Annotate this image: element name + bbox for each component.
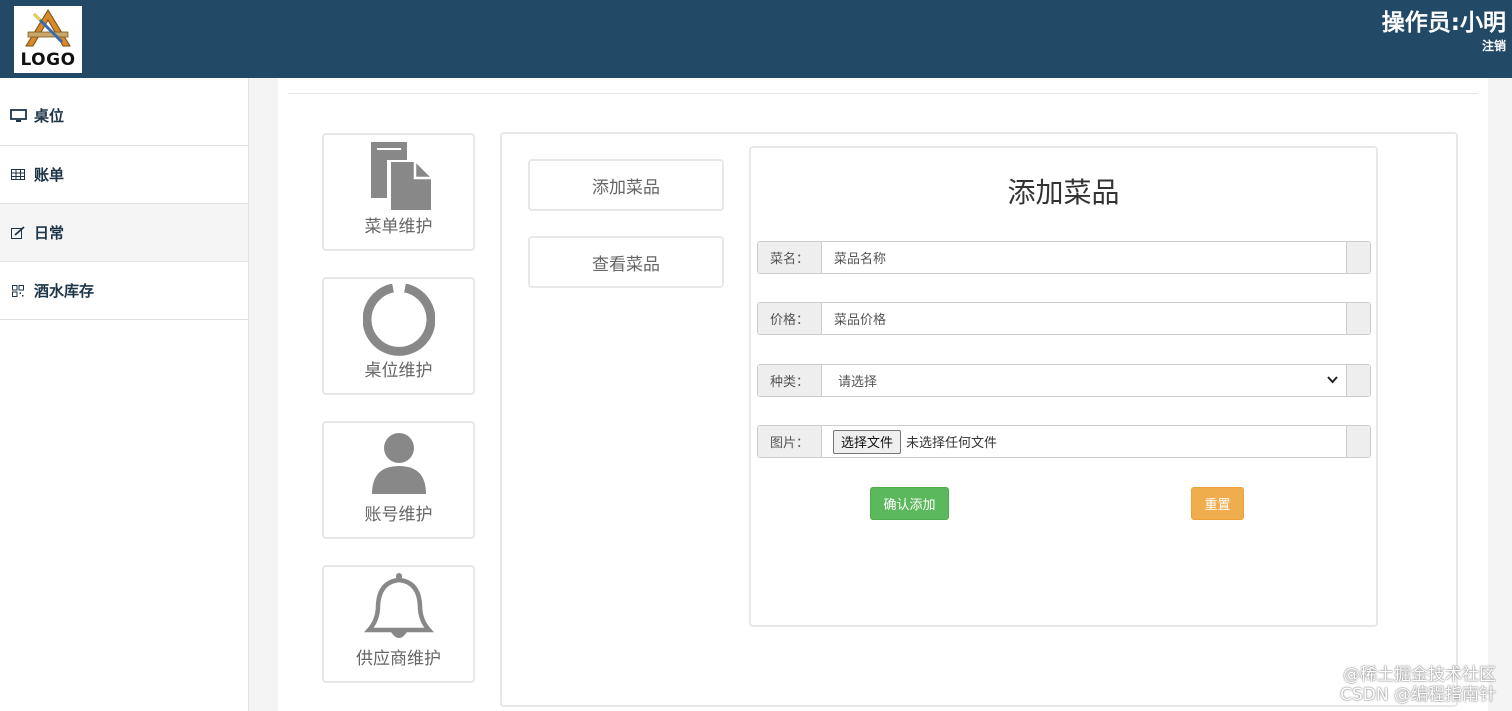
operator-name: 操作员:小明 (1381, 10, 1506, 36)
tile-supplier-maintenance[interactable]: 供应商维护 (322, 565, 475, 683)
logo[interactable]: LOGO (14, 6, 82, 73)
logout-link[interactable]: 注销 (1482, 37, 1506, 54)
input-addon (1346, 242, 1370, 273)
price-row: 价格： 菜品价格 (757, 302, 1371, 335)
name-label: 菜名： (758, 242, 822, 273)
sidebar: 桌位 账单 日常 酒水库存 (0, 78, 249, 711)
sidebar-item-bills[interactable]: 账单 (0, 146, 248, 204)
category-select[interactable]: 请选择 (822, 365, 1346, 396)
file-icon (324, 140, 473, 212)
sidebar-item-tables[interactable]: 桌位 (0, 78, 248, 146)
file-status-text: 未选择任何文件 (906, 436, 998, 451)
image-row: 图片： 选择文件 未选择任何文件 (757, 425, 1371, 458)
tile-label: 账号维护 (364, 505, 433, 525)
name-input[interactable]: 菜品名称 (822, 242, 1346, 273)
category-row: 种类： 请选择 (757, 364, 1371, 397)
form-title: 添加菜品 (1007, 176, 1120, 209)
sidebar-item-label: 日常 (34, 224, 65, 242)
price-label: 价格： (758, 303, 822, 334)
logo-graphic-icon (25, 9, 71, 47)
tile-label: 桌位维护 (364, 361, 433, 381)
edit-icon (9, 226, 27, 240)
user-icon (324, 428, 473, 500)
category-selected-value: 请选择 (838, 375, 878, 390)
divider (288, 93, 1478, 94)
sidebar-item-label: 酒水库存 (34, 282, 95, 300)
tile-table-maintenance[interactable]: 桌位维护 (322, 277, 475, 395)
sidebar-item-daily[interactable]: 日常 (0, 204, 248, 262)
reset-button[interactable]: 重置 (1191, 487, 1244, 520)
content-panel: 添加菜品 查看菜品 添加菜品 菜名： 菜品名称 价格： 菜品价格 种类： 请选择 (500, 132, 1458, 707)
watermark: @稀土掘金技术社区 CSDN @编程指南针 (1340, 665, 1496, 705)
watermark-line: @稀土掘金技术社区 (1343, 665, 1496, 685)
tile-label: 菜单维护 (364, 217, 433, 237)
add-dish-form: 添加菜品 菜名： 菜品名称 价格： 菜品价格 种类： 请选择 图片： 选择文件 … (749, 146, 1378, 627)
category-label: 种类： (758, 365, 822, 396)
image-file-input: 选择文件 未选择任何文件 (822, 426, 1346, 457)
sidebar-item-label: 桌位 (34, 107, 65, 125)
input-addon (1346, 426, 1370, 457)
input-addon (1346, 365, 1370, 396)
confirm-add-button[interactable]: 确认添加 (870, 487, 949, 520)
sidebar-item-drinks-stock[interactable]: 酒水库存 (0, 262, 248, 320)
top-header: LOGO 操作员:小明 注销 (0, 0, 1512, 78)
price-input[interactable]: 菜品价格 (822, 303, 1346, 334)
add-dish-nav-button[interactable]: 添加菜品 (528, 159, 724, 211)
image-label: 图片： (758, 426, 822, 457)
chevron-down-icon (1327, 376, 1338, 384)
table-icon (9, 168, 27, 182)
tile-label: 供应商维护 (356, 649, 441, 669)
ring-icon (324, 284, 473, 356)
view-dishes-nav-button[interactable]: 查看菜品 (528, 236, 724, 288)
input-addon (1346, 303, 1370, 334)
tile-menu-maintenance[interactable]: 菜单维护 (322, 133, 475, 251)
choose-file-button[interactable]: 选择文件 (833, 429, 902, 454)
logo-text: LOGO (20, 50, 76, 70)
qrcode-icon (9, 284, 27, 298)
sidebar-item-label: 账单 (34, 166, 65, 184)
watermark-line: CSDN @编程指南针 (1340, 685, 1496, 705)
bell-icon (324, 572, 473, 644)
tile-account-maintenance[interactable]: 账号维护 (322, 421, 475, 539)
name-row: 菜名： 菜品名称 (757, 241, 1371, 274)
main-content: 菜单维护 桌位维护 账号维护 供应商维护 添加菜品 查看菜品 添加菜品 菜名： … (278, 78, 1488, 711)
monitor-icon (9, 108, 27, 123)
